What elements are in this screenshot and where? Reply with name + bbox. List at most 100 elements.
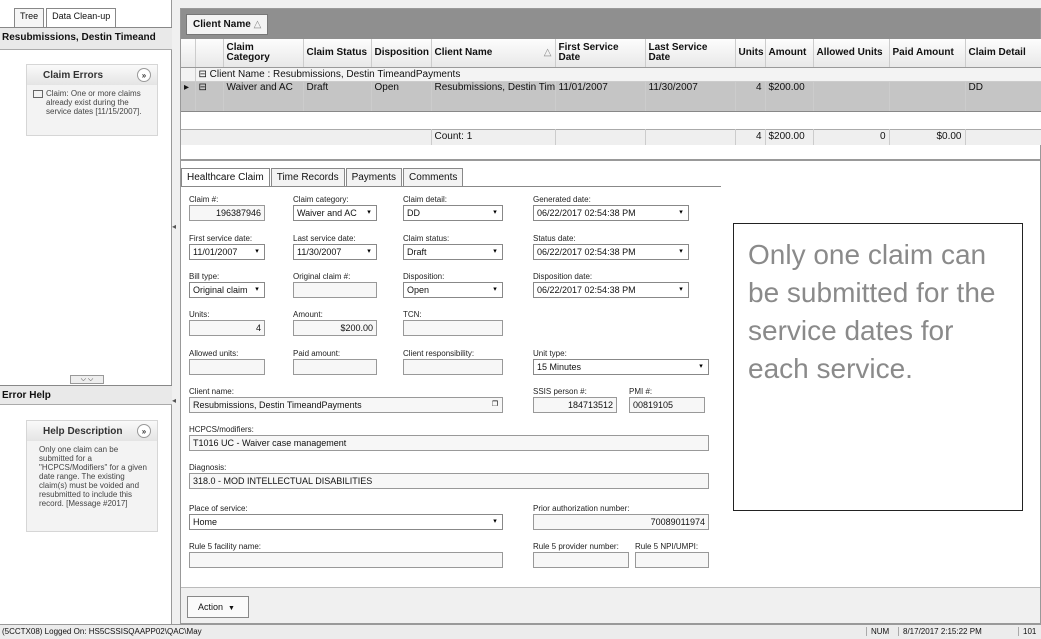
error-help-header: Error Help [0,385,172,405]
status-date-picker[interactable]: 06/22/2017 02:54:38 PM ▾ [533,244,689,260]
claim-number-label: Claim #: [189,195,219,204]
col-disposition[interactable]: Disposition [371,39,432,68]
col-claim-detail[interactable]: Claim Detail [965,39,1041,68]
place-of-service-select[interactable]: Home ▾ [189,514,503,530]
splitter-arrows[interactable]: ⌵ ⌵ [70,375,104,384]
claim-status-select[interactable]: Draft ▾ [403,244,503,260]
help-description-title: Help Description [43,425,123,437]
rule5-npi-field: Rule 5 NPI/UMPI: [635,542,709,568]
tab-comments[interactable]: Comments [403,168,464,186]
empty-row [181,111,1041,129]
col-allowed-units[interactable]: Allowed Units [813,39,890,68]
disposition-select[interactable]: Open ▾ [403,282,503,298]
col-client-name[interactable]: Client Name △ [431,39,556,68]
bill-type-value: Original claim [193,285,248,295]
tab-data-cleanup[interactable]: Data Clean-up [46,8,117,27]
rule5-provider-input[interactable] [533,552,629,568]
original-claim-input[interactable] [293,282,377,298]
client-responsibility-input[interactable] [403,359,503,375]
chevron-down-icon[interactable]: ▾ [363,246,375,258]
group-row[interactable]: ⊟ Client Name : Resubmissions, Destin Ti… [181,67,1041,82]
last-service-date-picker[interactable]: 11/30/2007 ▾ [293,244,377,260]
col-amount[interactable]: Amount [765,39,814,68]
unit-type-select[interactable]: 15 Minutes ▾ [533,359,709,375]
disposition-field: Disposition: Open ▾ [403,272,503,298]
rule5-facility-input[interactable] [189,552,503,568]
disposition-value: Open [407,285,430,295]
paid-amount-input[interactable] [293,359,377,375]
tab-healthcare-claim[interactable]: Healthcare Claim [181,168,270,186]
chevron-down-icon[interactable]: ▾ [695,361,707,373]
diagnosis-input[interactable]: 318.0 - MOD INTELLECTUAL DISABILITIES [189,473,709,489]
row-expand-icon[interactable]: ⊟ [195,81,224,112]
client-name-input[interactable]: Resubmissions, Destin TimeandPayments ❐ [189,397,503,413]
chevron-down-icon[interactable]: ▾ [489,207,501,219]
help-description-header[interactable]: Help Description » [27,421,157,441]
header-row: Claim Category Claim Status Disposition … [181,39,1041,68]
generated-date-picker[interactable]: 06/22/2017 02:54:38 PM ▾ [533,205,689,221]
col-claim-category[interactable]: Claim Category [223,39,304,68]
claim-detail-select[interactable]: DD ▾ [403,205,503,221]
table-row[interactable]: ▸ ⊟ Waiver and AC Draft Open Resubmissio… [181,81,1041,112]
claim-number-input[interactable]: 196387946 [189,205,265,221]
status-num-lock: NUM [866,627,889,636]
first-service-date-picker[interactable]: 11/01/2007 ▾ [189,244,265,260]
unit-type-field: Unit type: 15 Minutes ▾ [533,349,709,375]
annotation-note: Only one claim can be submitted for the … [733,223,1023,511]
chevron-down-icon[interactable]: ▾ [675,284,687,296]
status-date-field: Status date: 06/22/2017 02:54:38 PM ▾ [533,234,689,260]
collapse-arrow-icon[interactable]: ◂ [172,396,180,406]
action-button[interactable]: Action ▼ [187,596,249,618]
chevron-down-icon[interactable]: ▾ [675,207,687,219]
collapse-arrow-icon[interactable]: ◂ [172,222,180,232]
allowed-units-input[interactable] [189,359,265,375]
left-tabs: Tree Data Clean-up [14,8,118,27]
hcpcs-input[interactable]: T1016 UC - Waiver case management [189,435,709,451]
col-units[interactable]: Units [735,39,766,68]
tab-payments[interactable]: Payments [345,168,403,186]
browse-icon[interactable]: ❐ [489,399,501,411]
claim-status-label: Claim status: [403,234,450,243]
chevron-down-icon[interactable]: ▾ [675,246,687,258]
col-first-service-date[interactable]: First Service Date [555,39,646,68]
claim-error-item[interactable]: Claim: One or more claims already exist … [27,85,157,122]
cell-first-service-date: 11/01/2007 [555,81,646,112]
ssis-person-input[interactable]: 184713512 [533,397,617,413]
chevron-down-icon[interactable]: ▾ [251,284,263,296]
disposition-date-picker[interactable]: 06/22/2017 02:54:38 PM ▾ [533,282,689,298]
prior-auth-input[interactable]: 70089011974 [533,514,709,530]
sort-ascending-icon: △ [253,19,262,30]
cell-units: 4 [735,81,766,112]
chevron-down-icon[interactable]: ▾ [251,246,263,258]
chevron-down-icon[interactable]: ▾ [489,516,501,528]
pmi-field: PMI #: 00819105 [629,387,705,413]
column-chooser[interactable] [181,39,196,68]
chevron-down-icon[interactable]: ▾ [489,246,501,258]
col-last-service-date[interactable]: Last Service Date [645,39,736,68]
client-name-value: Resubmissions, Destin TimeandPayments [193,400,362,410]
bill-type-field: Bill type: Original claim ▾ [189,272,265,298]
col-client-name-label: Client Name [434,46,493,58]
tab-time-records[interactable]: Time Records [270,168,345,186]
total-allowed-units: 0 [813,128,890,145]
cell-claim-status: Draft [303,81,372,112]
group-expand-icon[interactable]: ⊟ [199,69,207,80]
claim-category-select[interactable]: Waiver and AC ▾ [293,205,377,221]
group-by-client-name[interactable]: Client Name △ [186,14,269,35]
claim-errors-header[interactable]: Claim Errors » [27,65,157,85]
units-input[interactable]: 4 [189,320,265,336]
chevron-down-icon[interactable]: ▾ [363,207,375,219]
tcn-input[interactable] [403,320,503,336]
claim-status-field: Claim status: Draft ▾ [403,234,503,260]
pmi-input[interactable]: 00819105 [629,397,705,413]
col-claim-status[interactable]: Claim Status [303,39,372,68]
collapse-icon[interactable]: » [137,424,151,438]
rule5-npi-input[interactable] [635,552,709,568]
collapse-icon[interactable]: » [137,68,151,82]
chevron-down-icon[interactable]: ▾ [489,284,501,296]
error-document-icon [33,90,43,98]
col-paid-amount[interactable]: Paid Amount [889,39,966,68]
bill-type-select[interactable]: Original claim ▾ [189,282,265,298]
amount-input[interactable]: $200.00 [293,320,377,336]
tab-tree[interactable]: Tree [14,8,45,27]
